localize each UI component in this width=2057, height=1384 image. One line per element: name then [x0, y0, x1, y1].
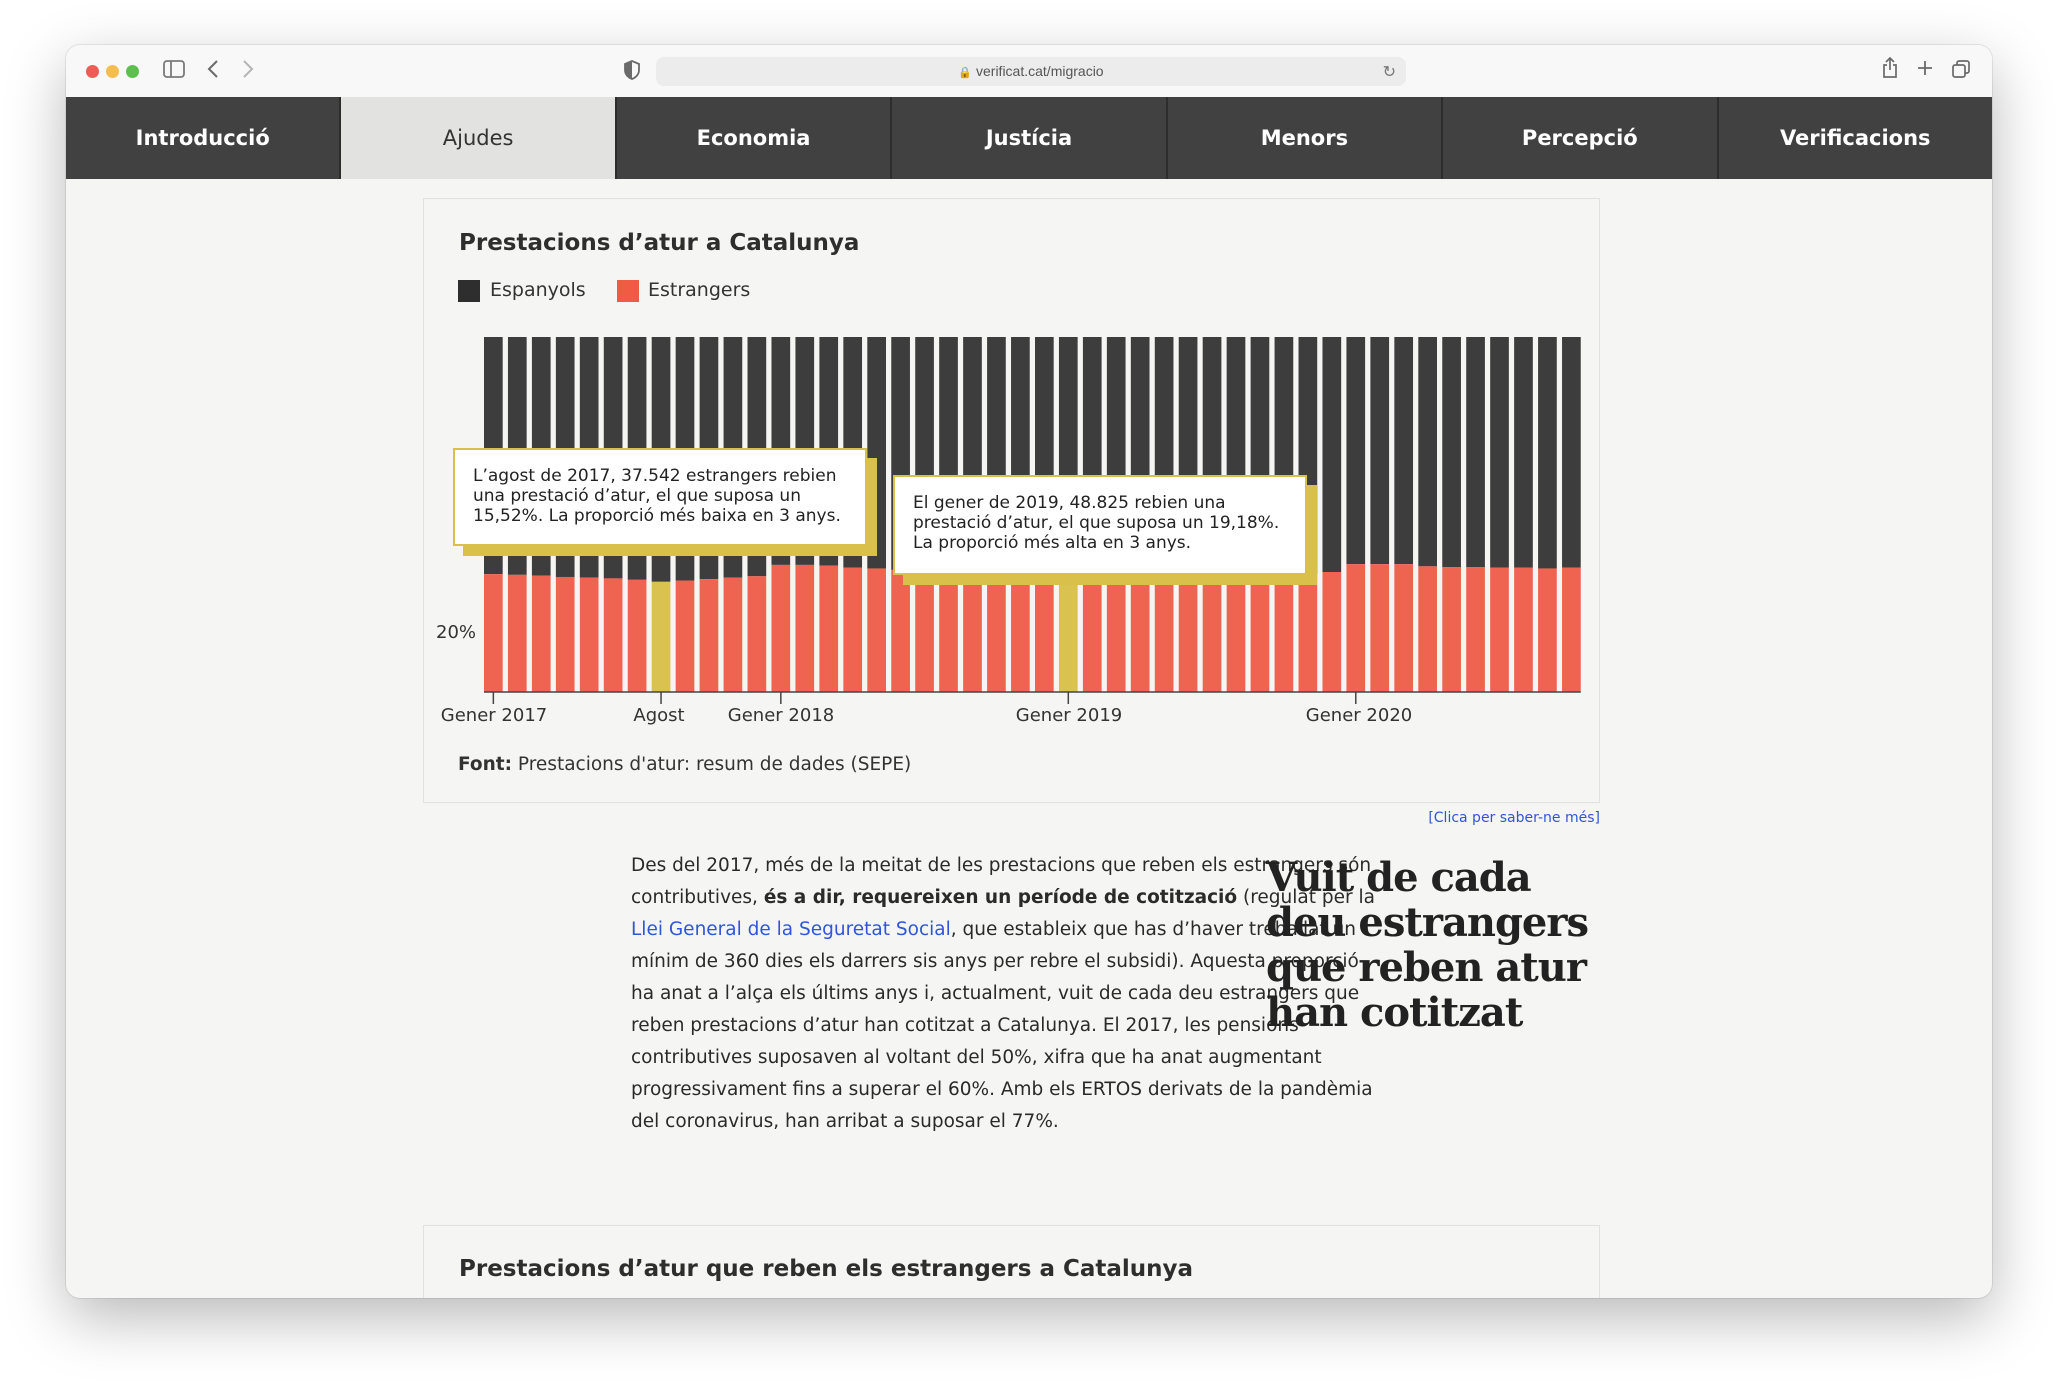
x-tick-label-gener-2018: Gener 2018: [727, 705, 835, 726]
bar-estrangers-5[interactable]: [603, 578, 623, 692]
bar-estrangers-22[interactable]: [1011, 571, 1030, 692]
bar-estrangers-43[interactable]: [1514, 567, 1533, 692]
bar-estrangers-26[interactable]: [1106, 562, 1126, 692]
second-chart-card: Prestacions d’atur que reben els estrang…: [423, 1225, 1600, 1298]
bar-espanyols-39[interactable]: [1418, 337, 1437, 567]
bar-espanyols-38[interactable]: [1394, 337, 1414, 565]
bar-estrangers-29[interactable]: [1178, 571, 1198, 692]
bar-estrangers-37[interactable]: [1370, 564, 1390, 692]
y-tick-label-20: 20%: [436, 622, 477, 643]
bar-espanyols-35[interactable]: [1322, 337, 1342, 573]
pullquote: Vuit de cada deu estrangers que reben at…: [1266, 854, 1589, 1036]
bar-estrangers-44[interactable]: [1538, 568, 1557, 692]
bar-estrangers-38[interactable]: [1394, 564, 1414, 692]
bar-estrangers-27[interactable]: [1130, 565, 1150, 692]
bar-estrangers-45[interactable]: [1562, 567, 1581, 692]
bar-estrangers-31[interactable]: [1226, 576, 1246, 692]
bar-estrangers-42[interactable]: [1490, 567, 1509, 692]
source-label: Font:: [458, 754, 513, 775]
bar-espanyols-37[interactable]: [1370, 337, 1390, 565]
bar-estrangers-4[interactable]: [579, 577, 599, 692]
bar-estrangers-3[interactable]: [555, 576, 575, 692]
bar-estrangers-18[interactable]: [915, 572, 934, 692]
bar-estrangers-41[interactable]: [1466, 567, 1485, 692]
bar-estrangers-34[interactable]: [1298, 574, 1318, 692]
bar-espanyols-40[interactable]: [1442, 337, 1461, 568]
tooltip-highest-proportion: El gener de 2019, 48.825 rebien una pres…: [893, 475, 1307, 575]
bar-espanyols-44[interactable]: [1538, 337, 1557, 569]
bar-estrangers-14[interactable]: [819, 565, 839, 692]
bar-estrangers-7[interactable]: [651, 581, 671, 692]
bar-estrangers-0[interactable]: [484, 574, 503, 692]
bar-estrangers-20[interactable]: [963, 574, 982, 692]
chart-source: Font: Prestacions d'atur: resum de dades…: [458, 754, 911, 775]
bar-estrangers-23[interactable]: [1035, 569, 1054, 692]
bar-estrangers-12[interactable]: [771, 564, 791, 692]
bar-estrangers-36[interactable]: [1346, 564, 1366, 692]
bar-estrangers-21[interactable]: [987, 573, 1006, 692]
bar-estrangers-28[interactable]: [1154, 567, 1174, 692]
x-tick-label-agost: Agost: [633, 705, 685, 726]
bar-estrangers-1[interactable]: [507, 574, 527, 692]
bar-espanyols-16[interactable]: [867, 337, 886, 569]
x-tick-label-gener-2020: Gener 2020: [1305, 705, 1413, 726]
bar-estrangers-39[interactable]: [1418, 566, 1437, 692]
bar-estrangers-17[interactable]: [891, 569, 910, 692]
paragraph-text-3: , que estableix que has d’haver treballa…: [631, 919, 1373, 1132]
bar-estrangers-8[interactable]: [675, 580, 695, 692]
bar-estrangers-40[interactable]: [1442, 567, 1461, 692]
bar-estrangers-24[interactable]: [1058, 555, 1078, 692]
llei-seguretat-social-link[interactable]: Llei General de la Seguretat Social: [631, 919, 951, 940]
tooltip-lowest-proportion: L’agost de 2017, 37.542 estrangers rebie…: [453, 448, 867, 546]
bar-estrangers-16[interactable]: [867, 568, 886, 692]
bar-espanyols-43[interactable]: [1514, 337, 1533, 568]
bar-estrangers-25[interactable]: [1082, 559, 1102, 692]
x-tick-label-gener-2019: Gener 2019: [1015, 705, 1123, 726]
bar-estrangers-11[interactable]: [747, 576, 767, 692]
x-tick-label-gener-2017: Gener 2017: [440, 705, 548, 726]
bar-estrangers-6[interactable]: [627, 579, 647, 692]
bar-estrangers-32[interactable]: [1250, 576, 1270, 692]
bar-estrangers-35[interactable]: [1322, 572, 1342, 692]
bar-espanyols-36[interactable]: [1346, 337, 1366, 565]
bar-estrangers-19[interactable]: [939, 574, 958, 692]
bar-estrangers-33[interactable]: [1274, 575, 1294, 692]
paragraph-bold-text: és a dir, requereixen un període de coti…: [763, 887, 1238, 908]
bar-estrangers-30[interactable]: [1202, 574, 1222, 692]
second-chart-title: Prestacions d’atur que reben els estrang…: [459, 1256, 1194, 1282]
bar-estrangers-10[interactable]: [723, 577, 743, 692]
source-text: Prestacions d'atur: resum de dades (SEPE…: [517, 754, 912, 775]
bar-espanyols-42[interactable]: [1490, 337, 1509, 568]
bar-espanyols-41[interactable]: [1466, 337, 1485, 568]
browser-window: 🔒 verificat.cat/migracio ↻ Introducció A…: [66, 45, 1992, 1298]
bar-espanyols-45[interactable]: [1562, 337, 1581, 568]
bar-estrangers-15[interactable]: [843, 567, 863, 692]
more-info-link[interactable]: [Clica per saber-ne més]: [1426, 810, 1600, 826]
bar-estrangers-2[interactable]: [531, 575, 551, 692]
bar-estrangers-9[interactable]: [699, 579, 719, 692]
bar-estrangers-13[interactable]: [795, 564, 815, 692]
stacked-bar-chart: [484, 337, 1581, 704]
